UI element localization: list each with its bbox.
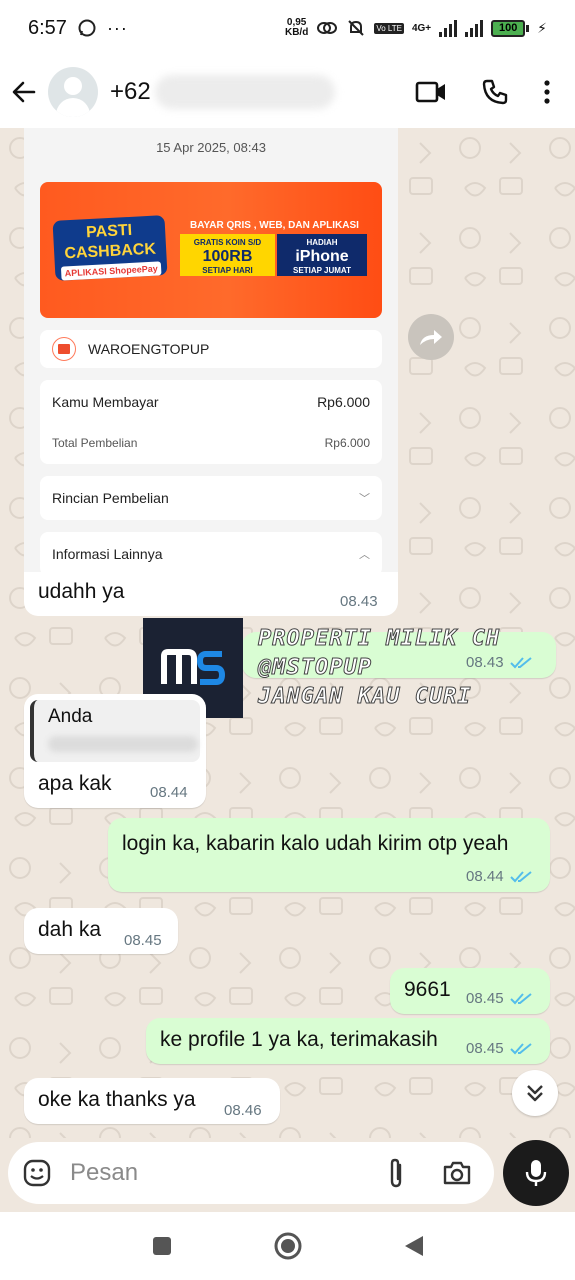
- incoming-message-bubble[interactable]: Anda apa kak 08.44: [24, 694, 206, 808]
- mute-icon: [348, 20, 365, 36]
- message-text: dah ka: [38, 918, 102, 941]
- purchase-details-row: Rincian Pembelian ﹀: [40, 476, 382, 520]
- incoming-message-bubble[interactable]: dah ka 08.45: [24, 908, 178, 954]
- outgoing-message-bubble[interactable]: ke profile 1 ya ka, terimakasih 08.45: [146, 1018, 550, 1064]
- volte-icon: Vo LTE: [374, 22, 404, 34]
- home-icon[interactable]: [273, 1231, 303, 1261]
- message-text: oke ka thanks ya: [38, 1088, 196, 1111]
- chat-header: +62: [0, 56, 575, 128]
- iphone-promo: HADIAH iPhone SETIAP JUMAT: [277, 234, 367, 276]
- attachment-icon[interactable]: [386, 1157, 406, 1189]
- hotspot-icon: [317, 22, 338, 34]
- pasti-cashback-badge: PASTI CASHBACK APLIKASI ShopeePay: [52, 215, 168, 281]
- more-notifications-icon: ···: [106, 17, 128, 38]
- voice-message-button[interactable]: [503, 1140, 569, 1206]
- read-receipt-icon: [509, 870, 532, 882]
- video-call-icon[interactable]: [415, 80, 447, 104]
- message-input[interactable]: [70, 1159, 386, 1187]
- merchant-name: WAROENGTOPUP: [88, 341, 210, 357]
- contact-name[interactable]: +62: [110, 78, 151, 106]
- receipt-image-message[interactable]: 15 Apr 2025, 08:43 PASTI CASHBACK APLIKA…: [24, 128, 398, 616]
- ms-logo-mark: [161, 649, 226, 685]
- incoming-message-bubble[interactable]: oke ka thanks ya 08.46: [24, 1078, 280, 1124]
- network-type: 4G+: [411, 22, 432, 34]
- contact-name-redacted: [154, 75, 335, 109]
- camera-icon[interactable]: [442, 1160, 472, 1186]
- more-options-icon[interactable]: [543, 79, 551, 105]
- recents-icon[interactable]: [151, 1235, 173, 1257]
- network-speed: 0,95 KB/d: [284, 17, 309, 38]
- double-chevron-down-icon: [527, 1085, 543, 1102]
- store-icon: [52, 337, 76, 361]
- charging-icon: ⚡: [537, 19, 547, 36]
- paid-label: Kamu Membayar: [52, 394, 159, 410]
- read-receipt-icon: [509, 992, 532, 1004]
- quoted-text-redacted: [48, 736, 198, 752]
- merchant-row: WAROENGTOPUP: [40, 330, 382, 368]
- forward-icon: [420, 330, 442, 345]
- bayar-text: BAYAR QRIS , WEB, DAN APLIKASI: [190, 220, 359, 231]
- payment-summary: Kamu Membayar Rp6.000 Total Pembelian Rp…: [40, 380, 382, 464]
- message-time: 08.44: [466, 868, 534, 885]
- forward-button[interactable]: [408, 314, 454, 360]
- voice-call-icon[interactable]: [481, 78, 509, 106]
- signal-strength-icon-1: [439, 19, 458, 37]
- outgoing-message-bubble[interactable]: login ka, kabarin kalo udah kirim otp ye…: [108, 818, 550, 892]
- message-text: udahh ya: [38, 580, 125, 603]
- microphone-icon: [525, 1160, 547, 1186]
- message-time: 08.43: [340, 593, 378, 610]
- read-receipt-icon: [509, 1042, 532, 1054]
- contact-avatar[interactable]: [48, 67, 98, 117]
- receipt-image[interactable]: 15 Apr 2025, 08:43 PASTI CASHBACK APLIKA…: [24, 128, 398, 572]
- read-receipt-icon: [509, 656, 532, 668]
- message-text: apa kak: [38, 772, 112, 795]
- promo-banner: PASTI CASHBACK APLIKASI ShopeePay BAYAR …: [40, 182, 382, 318]
- scroll-to-bottom-button[interactable]: [512, 1070, 558, 1116]
- quoted-author: Anda: [48, 706, 93, 727]
- whatsapp-notification-icon: [78, 19, 96, 37]
- chevron-up-icon: ︿: [359, 549, 370, 561]
- battery-icon: 100: [491, 19, 530, 37]
- other-info-row: Informasi Lainnya ︿: [40, 532, 382, 572]
- message-text: 9661: [404, 978, 451, 1001]
- system-navigation-bar: [0, 1212, 575, 1280]
- total-value: Rp6.000: [324, 436, 370, 450]
- message-composer: [8, 1142, 494, 1204]
- back-arrow-icon[interactable]: [10, 78, 38, 106]
- watermark-text: PROPERTI MILIK CH @MSTOPUP JANGAN KAU CU…: [257, 626, 501, 710]
- message-time: 08.46: [224, 1102, 262, 1119]
- outgoing-message-bubble[interactable]: 9661 08.45: [390, 968, 550, 1014]
- quoted-message[interactable]: Anda: [30, 700, 200, 762]
- paid-value: Rp6.000: [317, 394, 370, 410]
- signal-strength-icon-2: [465, 19, 484, 37]
- receipt-date: 15 Apr 2025, 08:43: [156, 140, 266, 155]
- message-text: login ka, kabarin kalo udah kirim otp ye…: [122, 832, 509, 855]
- sticker-emoji-icon[interactable]: [22, 1158, 52, 1188]
- status-time: 6:57: [28, 16, 67, 39]
- message-time: 08.45: [466, 990, 534, 1007]
- status-bar: 6:57 ··· 0,95 KB/d Vo LTE 4G+ 100 ⚡: [0, 0, 575, 56]
- message-time: 08.45: [124, 932, 162, 949]
- koin-promo: GRATIS KOIN S/D 100RB SETIAP HARI: [180, 234, 275, 276]
- back-icon[interactable]: [403, 1234, 425, 1258]
- message-text: ke profile 1 ya ka, terimakasih: [160, 1028, 438, 1051]
- aplikasi-shopeepay-label: APLIKASI ShopeePay: [60, 261, 162, 281]
- total-label: Total Pembelian: [52, 436, 138, 450]
- message-time: 08.44: [150, 784, 188, 801]
- chat-area[interactable]: 15 Apr 2025, 08:43 PASTI CASHBACK APLIKA…: [0, 128, 575, 1138]
- message-time: 08.45: [466, 1040, 534, 1057]
- chevron-down-icon: ﹀: [359, 493, 370, 505]
